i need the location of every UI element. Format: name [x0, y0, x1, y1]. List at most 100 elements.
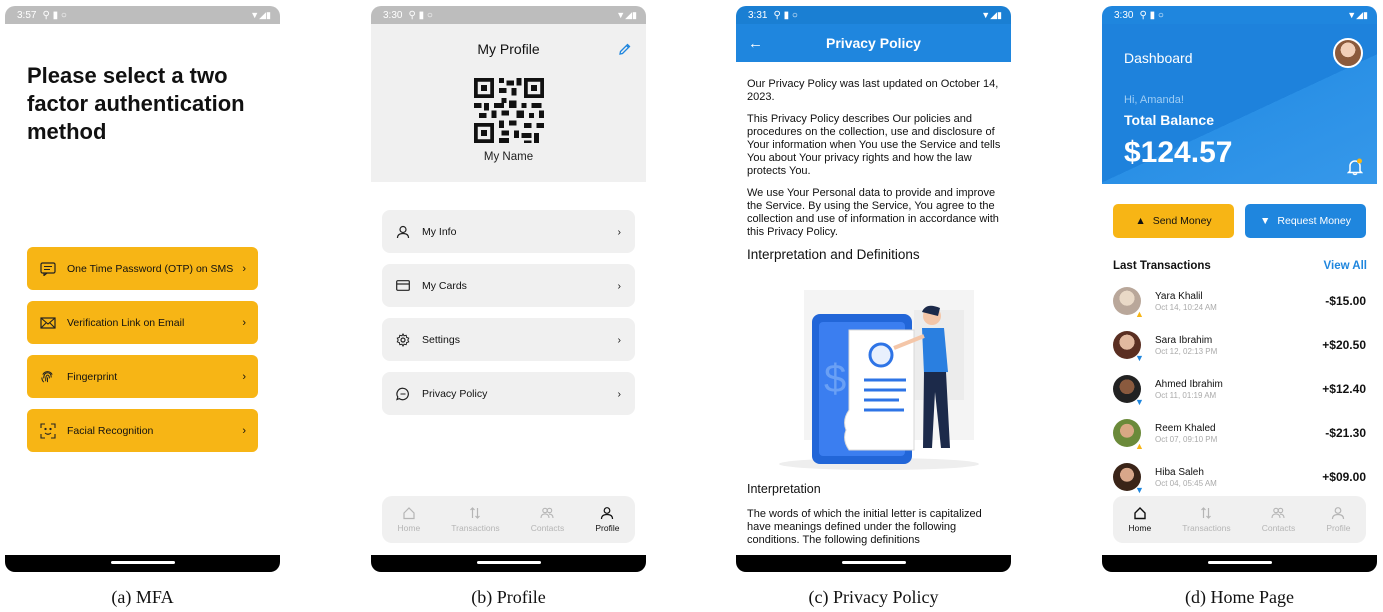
policy-paragraph: Our Privacy Policy was last updated on O… — [747, 78, 999, 103]
policy-paragraph: We use Your Personal data to provide and… — [747, 187, 999, 238]
sms-icon — [39, 260, 56, 277]
signal-battery-icon: ▼◢▮ — [250, 9, 271, 20]
arrow-down-icon: ▼ — [1260, 215, 1271, 227]
chevron-right-icon: › — [617, 279, 622, 292]
menu-item-privacy-policy[interactable]: Privacy Policy › — [382, 372, 635, 415]
tab-transactions[interactable]: Transactions — [451, 506, 500, 533]
home-gesture-handle[interactable] — [110, 561, 175, 564]
received-arrow-icon: ▼ — [1135, 397, 1144, 407]
menu-item-my-cards[interactable]: My Cards › — [382, 264, 635, 307]
view-all-link[interactable]: View All — [1324, 260, 1367, 272]
home-gesture-handle[interactable] — [841, 561, 906, 564]
chevron-right-icon: › — [242, 262, 246, 275]
page-title: Please select a two factor authenticatio… — [27, 63, 245, 144]
back-arrow-icon[interactable]: ← — [748, 35, 763, 52]
home-gesture-handle[interactable] — [1207, 561, 1272, 564]
bottom-tab-bar: Home Transactions Contacts Profile — [382, 496, 635, 543]
chat-icon — [396, 387, 412, 401]
balance-label: Total Balance — [1124, 112, 1214, 128]
menu-item-label: My Info — [422, 225, 457, 238]
system-nav-bar — [371, 555, 646, 572]
transaction-amount: +$12.40 — [1322, 382, 1366, 396]
bell-icon[interactable] — [1346, 158, 1364, 181]
transaction-row[interactable]: ▼ Sara Ibrahim Oct 12, 02:13 PM +$20.50 — [1113, 329, 1366, 363]
transaction-name: Ahmed Ibrahim — [1155, 378, 1223, 390]
status-icons: ⚲ ▮ ○ — [773, 9, 798, 21]
section-heading: Interpretation — [747, 482, 821, 496]
status-bar: 3:57 ⚲ ▮ ○ ▼◢▮ — [5, 6, 280, 24]
avatar[interactable] — [1333, 38, 1363, 68]
section-heading: Last Transactions — [1113, 260, 1211, 272]
fingerprint-icon — [39, 368, 56, 385]
tab-profile[interactable]: Profile — [1326, 506, 1350, 533]
signal-battery-icon: ▼◢▮ — [1347, 9, 1368, 20]
transfer-arrows-icon — [470, 507, 481, 519]
transaction-date: Oct 12, 02:13 PM — [1155, 346, 1218, 356]
menu-item-label: My Cards — [422, 279, 467, 292]
figure-caption: (a) MFA — [111, 587, 174, 607]
menu-item-my-info[interactable]: My Info › — [382, 210, 635, 253]
received-arrow-icon: ▼ — [1135, 485, 1144, 495]
tab-contacts[interactable]: Contacts — [1262, 506, 1295, 533]
section-heading: Interpretation and Definitions — [747, 247, 920, 262]
user-icon — [396, 225, 412, 239]
menu-item-label: Privacy Policy — [422, 387, 488, 400]
arrow-up-icon: ▲ — [1135, 215, 1146, 227]
option-label: One Time Password (OTP) on SMS — [67, 262, 234, 275]
profile-name: My Name — [483, 151, 534, 163]
option-label: Verification Link on Email — [67, 316, 185, 329]
status-icons: ⚲ ▮ ○ — [42, 9, 67, 21]
send-money-button[interactable]: ▲ Send Money — [1113, 204, 1234, 238]
sent-arrow-icon: ▲ — [1135, 441, 1144, 451]
transaction-row[interactable]: ▼ Ahmed Ibrahim Oct 11, 01:19 AM +$12.40 — [1113, 373, 1366, 407]
tab-profile[interactable]: Profile — [595, 506, 619, 533]
bottom-tab-bar: Home Transactions Contacts Profile — [1113, 496, 1366, 543]
fingerprint-option[interactable]: Fingerprint › — [27, 355, 258, 398]
policy-paragraph: This Privacy Policy describes Our polici… — [747, 113, 1001, 177]
avatar: ▼ — [1113, 463, 1144, 495]
tab-label: Home — [397, 523, 421, 533]
tab-label: Home — [1128, 523, 1152, 533]
profile-screen: 3:30 ⚲ ▮ ○ ▼◢▮ My Profile My Name My Inf… — [371, 6, 646, 572]
policy-illustration: $ — [779, 290, 979, 470]
avatar: ▼ — [1113, 331, 1144, 363]
tab-transactions[interactable]: Transactions — [1182, 506, 1231, 533]
chevron-right-icon: › — [617, 225, 622, 238]
transaction-row[interactable]: ▲ Reem Khaled Oct 07, 09:10 PM -$21.30 — [1113, 417, 1366, 451]
avatar: ▼ — [1113, 375, 1144, 407]
greeting: Hi, Amanda! — [1124, 94, 1184, 106]
menu-item-settings[interactable]: Settings › — [382, 318, 635, 361]
home-icon — [403, 507, 415, 520]
gear-icon — [396, 332, 412, 347]
page-title: Dashboard — [1124, 50, 1193, 66]
figure-caption: (b) Profile — [471, 587, 546, 607]
edit-pencil-icon[interactable] — [618, 42, 632, 61]
transaction-row[interactable]: ▼ Hiba Saleh Oct 04, 05:45 AM +$09.00 — [1113, 461, 1366, 495]
status-bar: 3:30 ⚲ ▮ ○ ▼◢▮ — [371, 6, 646, 24]
contacts-icon — [540, 507, 555, 519]
status-time: 3:30 — [1114, 9, 1134, 21]
system-nav-bar — [5, 555, 280, 572]
face-recognition-option[interactable]: Facial Recognition › — [27, 409, 258, 452]
tab-label: Transactions — [1182, 523, 1231, 533]
status-bar: 3:30 ⚲ ▮ ○ ▼◢▮ — [1102, 6, 1377, 24]
figure-caption: (d) Home Page — [1185, 587, 1294, 607]
request-money-button[interactable]: ▼ Request Money — [1245, 204, 1366, 238]
transaction-amount: -$21.30 — [1325, 426, 1366, 440]
button-label: Request Money — [1277, 215, 1351, 227]
chevron-right-icon: › — [242, 424, 246, 437]
tab-home[interactable]: Home — [397, 506, 421, 533]
contacts-icon — [1271, 507, 1286, 519]
tab-home[interactable]: Home — [1128, 506, 1152, 533]
page-title: My Profile — [477, 41, 540, 57]
status-time: 3:31 — [748, 9, 768, 21]
face-scan-icon — [39, 422, 56, 439]
balance-amount: $124.57 — [1124, 136, 1233, 169]
otp-sms-option[interactable]: One Time Password (OTP) on SMS › — [27, 247, 258, 290]
home-gesture-handle[interactable] — [476, 561, 541, 564]
transaction-date: Oct 07, 09:10 PM — [1155, 434, 1218, 444]
email-link-option[interactable]: Verification Link on Email › — [27, 301, 258, 344]
transaction-row[interactable]: ▲ Yara Khalil Oct 14, 10:24 AM -$15.00 — [1113, 285, 1366, 319]
tab-contacts[interactable]: Contacts — [531, 506, 564, 533]
transaction-amount: +$20.50 — [1322, 338, 1366, 352]
